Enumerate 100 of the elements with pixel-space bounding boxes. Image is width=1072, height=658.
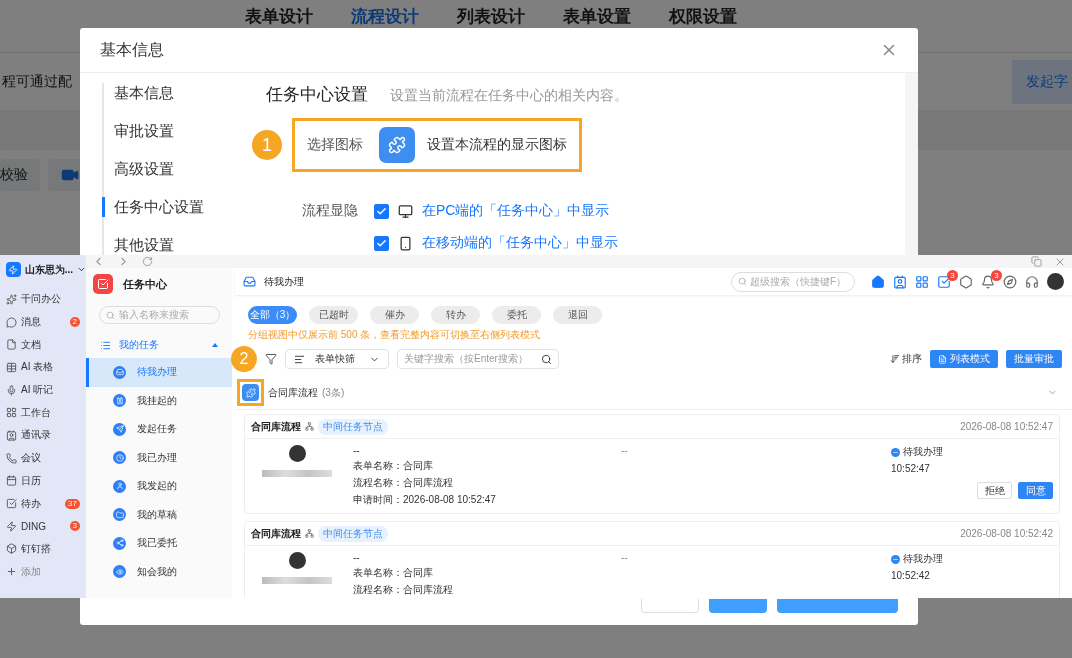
- restore-icon[interactable]: [1031, 256, 1042, 267]
- compass-icon[interactable]: [1003, 274, 1017, 289]
- org-name: 山东思为...: [24, 262, 74, 277]
- count-badge: 3: [947, 269, 958, 281]
- sidebar-item[interactable]: 文档: [6, 333, 86, 357]
- app-logo-icon: [93, 274, 113, 294]
- sidebar-item[interactable]: 通讯录: [6, 424, 86, 447]
- inbox-icon: [113, 365, 126, 379]
- sidebar-item[interactable]: 钉钉搭: [6, 537, 86, 561]
- clock-icon: [113, 451, 126, 465]
- hint-text: 设置本流程的显示图标: [427, 136, 567, 154]
- node-tag: 中间任务节点: [318, 418, 388, 435]
- settings-nav-item[interactable]: 基本信息: [102, 83, 248, 103]
- filter-icon[interactable]: [265, 353, 277, 365]
- settings-nav-item[interactable]: 任务中心设置: [102, 197, 248, 217]
- task-menu-item[interactable]: 我已办理: [86, 443, 232, 472]
- nav-tab[interactable]: 权限设置: [669, 7, 737, 26]
- list-icon: [100, 339, 111, 351]
- card-subject: --: [353, 552, 361, 563]
- checkbox[interactable]: [374, 203, 389, 219]
- sort-button[interactable]: 排序: [890, 352, 922, 366]
- checkbox[interactable]: [374, 235, 389, 251]
- step-badge: 2: [231, 346, 257, 372]
- table-icon: [6, 361, 17, 373]
- count-badge: 2: [69, 317, 80, 328]
- avatar: [288, 552, 306, 569]
- settings-nav-item[interactable]: 其他设置: [102, 235, 248, 255]
- card-time: 2026-08-08 10:52:47: [960, 421, 1053, 432]
- sidebar-item[interactable]: 日历: [6, 469, 86, 493]
- task-menu-item[interactable]: 发起任务: [86, 415, 232, 444]
- task-menu-item[interactable]: 知会我的: [86, 557, 232, 586]
- settings-nav-item[interactable]: 高级设置: [102, 159, 248, 179]
- search-icon: [738, 277, 747, 286]
- headset-icon[interactable]: [1025, 274, 1039, 289]
- sidebar-item[interactable]: DING 3: [6, 514, 86, 538]
- sidebar-item[interactable]: 会议: [6, 446, 86, 470]
- field-label: 流程显隐: [302, 202, 358, 220]
- org-logo-icon: [6, 262, 21, 277]
- send-icon: [113, 422, 126, 436]
- filter-chip[interactable]: 转办: [431, 306, 480, 324]
- notice-text: 程可通过配: [2, 72, 72, 91]
- chat-icon: [6, 316, 17, 328]
- nav-tab[interactable]: 列表设计: [457, 7, 525, 26]
- status-text: 待我办理: [903, 445, 943, 459]
- count-badge: 3: [991, 269, 1002, 281]
- group-name: 合同库流程: [268, 385, 318, 400]
- page-title: 待我办理: [264, 274, 304, 289]
- app-title: 任务中心: [123, 276, 167, 292]
- checkbox-icon: [6, 498, 17, 510]
- status-icon: [891, 554, 900, 564]
- quick-filter-select[interactable]: 表单快筛: [285, 349, 389, 369]
- reject-button[interactable]: 拒绝: [977, 482, 1012, 499]
- settings-nav-item[interactable]: 审批设置: [102, 121, 248, 141]
- puzzle-icon: [242, 384, 259, 401]
- task-menu-item[interactable]: 我挂起的: [86, 386, 232, 415]
- section-description: 设置当前流程在任务中心的相关内容。: [390, 87, 628, 105]
- card-field: 流程名称：合同库流程: [353, 476, 621, 490]
- group-header[interactable]: 我的任务: [86, 332, 232, 358]
- task-menu-item[interactable]: 我的草稿: [86, 500, 232, 529]
- icon-picker[interactable]: [379, 127, 415, 163]
- batch-approve-button[interactable]: 批量审批: [1006, 350, 1062, 368]
- list-mode-button[interactable]: 列表模式: [930, 350, 998, 368]
- task-menu-item[interactable]: 我发起的: [86, 472, 232, 501]
- contact-card-icon: [6, 429, 17, 441]
- hexagon-icon[interactable]: [959, 274, 973, 289]
- filter-chip[interactable]: 委托: [492, 306, 541, 324]
- bell-icon[interactable]: [981, 274, 995, 289]
- sidebar-item[interactable]: AI 听记: [6, 378, 86, 402]
- eye-icon: [113, 565, 126, 579]
- card-subject: --: [353, 445, 361, 456]
- count-badge: 37: [65, 498, 80, 509]
- refresh-icon[interactable]: [142, 256, 153, 267]
- card-field: 申请时间：2026-08-08 10:52:47: [353, 493, 621, 507]
- flow-icon: [305, 422, 314, 431]
- approve-button[interactable]: 同意: [1018, 482, 1053, 499]
- nav-tab[interactable]: 表单设计: [245, 7, 313, 26]
- blurred-name: [262, 577, 332, 584]
- filter-chip[interactable]: 已超时: [309, 306, 358, 324]
- sidebar-item[interactable]: 工作台: [6, 401, 86, 425]
- contact-icon[interactable]: [893, 274, 907, 289]
- sidebar-item[interactable]: 千问办公: [6, 288, 86, 311]
- sidebar-item[interactable]: AI 表格: [6, 356, 86, 379]
- avatar[interactable]: [1047, 273, 1064, 290]
- check-icon: [376, 237, 387, 249]
- sparkle-icon: [6, 293, 17, 305]
- sidebar-item[interactable]: 消息 2: [6, 310, 86, 334]
- verify-button[interactable]: 校验: [0, 159, 40, 191]
- card-column: --: [621, 445, 891, 456]
- home-icon[interactable]: [871, 274, 885, 289]
- sidebar-item[interactable]: 待办 37: [6, 492, 86, 515]
- status-icon: [891, 447, 900, 457]
- task-menu-item[interactable]: 我已委托: [86, 529, 232, 558]
- grid-icon[interactable]: [915, 274, 929, 289]
- filter-chip[interactable]: 退回: [553, 306, 602, 324]
- phone-icon: [6, 452, 17, 464]
- lines-icon: [294, 353, 305, 365]
- nav-tab[interactable]: 表单设置: [563, 7, 631, 26]
- filter-chip[interactable]: 催办: [370, 306, 419, 324]
- box-icon: [6, 543, 17, 555]
- todo-icon[interactable]: [937, 274, 951, 289]
